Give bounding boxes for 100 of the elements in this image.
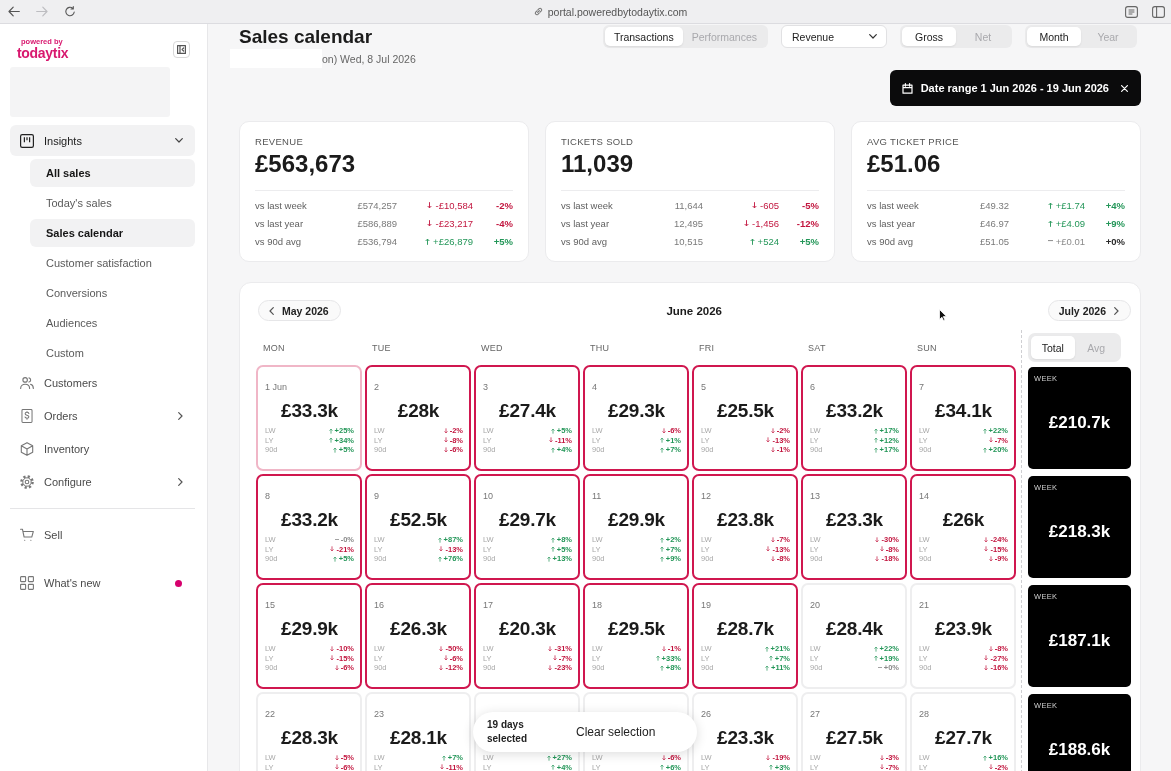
week-total-value: £210.7k xyxy=(1048,412,1111,433)
previous-value: £536,794 xyxy=(357,235,397,247)
comparison-label: vs last week xyxy=(867,199,920,211)
day-date: 5 xyxy=(701,381,707,393)
day-date: 6 xyxy=(810,381,816,393)
comparison-label: vs last week xyxy=(255,199,308,211)
day-revenue: £28.7k xyxy=(716,617,775,641)
change-value: -605 xyxy=(760,199,779,211)
change-value: -£23,217 xyxy=(435,217,473,229)
day-revenue: £23.3k xyxy=(716,726,775,750)
comparison-label: vs last year xyxy=(867,217,917,229)
day-date: 28 xyxy=(919,708,930,720)
page-title: Sales calendar xyxy=(239,26,374,48)
month-title: June 2026 xyxy=(666,304,722,317)
day-revenue: £29.5k xyxy=(607,617,666,641)
change-percent: +5% xyxy=(798,235,819,247)
change-value: -£10,584 xyxy=(435,199,473,211)
weekday-label: FRI xyxy=(698,342,716,353)
day-date: 9 xyxy=(374,490,380,502)
day-revenue: £25.5k xyxy=(716,399,775,423)
change-value: +£4.09 xyxy=(1055,217,1085,229)
day-revenue: £29.7k xyxy=(498,508,557,532)
day-date: 3 xyxy=(483,381,489,393)
day-revenue: £28k xyxy=(396,399,441,423)
day-revenue: £23.9k xyxy=(934,617,993,641)
day-date: 13 xyxy=(810,490,821,502)
day-revenue: £28.4k xyxy=(825,617,884,641)
day-revenue: £33.2k xyxy=(825,399,884,423)
day-revenue: £23.8k xyxy=(716,508,775,532)
change-percent: +9% xyxy=(1104,217,1125,229)
previous-value: £574,257 xyxy=(357,199,397,211)
previous-value: £49.32 xyxy=(979,199,1009,211)
day-date: 2 xyxy=(374,381,380,393)
day-revenue: £29.3k xyxy=(607,399,666,423)
day-date: 8 xyxy=(265,490,271,502)
selection-count: 19 days selected xyxy=(487,718,529,746)
day-date: 26 xyxy=(701,708,712,720)
day-date: 21 xyxy=(919,599,930,611)
weekday-label: SAT xyxy=(807,342,827,353)
day-revenue: £27.5k xyxy=(825,726,884,750)
day-revenue: £52.5k xyxy=(389,508,448,532)
day-date: 19 xyxy=(701,599,712,611)
weekday-label: SUN xyxy=(916,342,938,353)
stat-value: 11,039 xyxy=(561,150,635,178)
day-revenue: £29.9k xyxy=(280,617,339,641)
week-total-value: £188.6k xyxy=(1048,739,1111,760)
comparison-label: vs last year xyxy=(561,217,611,229)
day-date: 11 xyxy=(592,490,603,502)
day-date: 22 xyxy=(265,708,276,720)
day-revenue: £28.1k xyxy=(389,726,448,750)
change-percent: -4% xyxy=(495,217,513,229)
day-date: 27 xyxy=(810,708,821,720)
previous-value: 12,495 xyxy=(673,217,703,229)
day-date: 12 xyxy=(701,490,712,502)
day-date: 23 xyxy=(374,708,385,720)
day-date: 16 xyxy=(374,599,385,611)
comparison-label: vs last year xyxy=(255,217,305,229)
day-date: 1 Jun xyxy=(265,381,289,393)
day-date: 18 xyxy=(592,599,603,611)
week-total-value: £218.3k xyxy=(1048,521,1111,542)
previous-value: £586,889 xyxy=(357,217,397,229)
day-date: 15 xyxy=(265,599,276,611)
day-revenue: £29.9k xyxy=(607,508,666,532)
change-percent: +4% xyxy=(1104,199,1125,211)
day-date: 20 xyxy=(810,599,821,611)
stat-label: REVENUE xyxy=(255,136,305,148)
day-date: 4 xyxy=(592,381,598,393)
page-subtitle: on) Wed, 8 Jul 2026 xyxy=(322,52,416,65)
day-date: 7 xyxy=(919,381,925,393)
comparison-label: vs 90d avg xyxy=(561,235,608,247)
change-value: +£0.01 xyxy=(1055,235,1085,247)
day-revenue: £28.3k xyxy=(280,726,339,750)
change-percent: -5% xyxy=(801,199,819,211)
stat-label: TICKETS SOLD xyxy=(561,136,635,148)
change-value: -1,456 xyxy=(752,217,779,229)
day-revenue: £27.7k xyxy=(934,726,993,750)
comparison-label: vs last week xyxy=(561,199,614,211)
day-revenue: £20.3k xyxy=(498,617,557,641)
weekday-label: TUE xyxy=(371,342,392,353)
day-revenue: £27.4k xyxy=(498,399,557,423)
day-revenue: £33.2k xyxy=(280,508,339,532)
stat-value: £51.06 xyxy=(867,150,942,178)
day-revenue: £23.3k xyxy=(825,508,884,532)
weekday-label: THU xyxy=(589,342,611,353)
previous-value: £46.97 xyxy=(979,217,1009,229)
change-percent: -12% xyxy=(795,217,819,229)
day-revenue: £26.3k xyxy=(389,617,448,641)
day-date: 14 xyxy=(919,490,930,502)
change-value: +£26,879 xyxy=(433,235,473,247)
day-date: 10 xyxy=(483,490,494,502)
previous-value: £51.05 xyxy=(979,235,1009,247)
day-revenue: £34.1k xyxy=(934,399,993,423)
change-percent: +5% xyxy=(492,235,513,247)
previous-value: 11,644 xyxy=(674,199,703,211)
weekday-label: MON xyxy=(262,342,286,353)
stat-value: £563,673 xyxy=(255,150,357,178)
change-value: +£1.74 xyxy=(1055,199,1085,211)
day-date: 17 xyxy=(483,599,494,611)
week-total-value: £187.1k xyxy=(1048,630,1111,651)
logo-wordmark: todaytix xyxy=(17,46,69,61)
